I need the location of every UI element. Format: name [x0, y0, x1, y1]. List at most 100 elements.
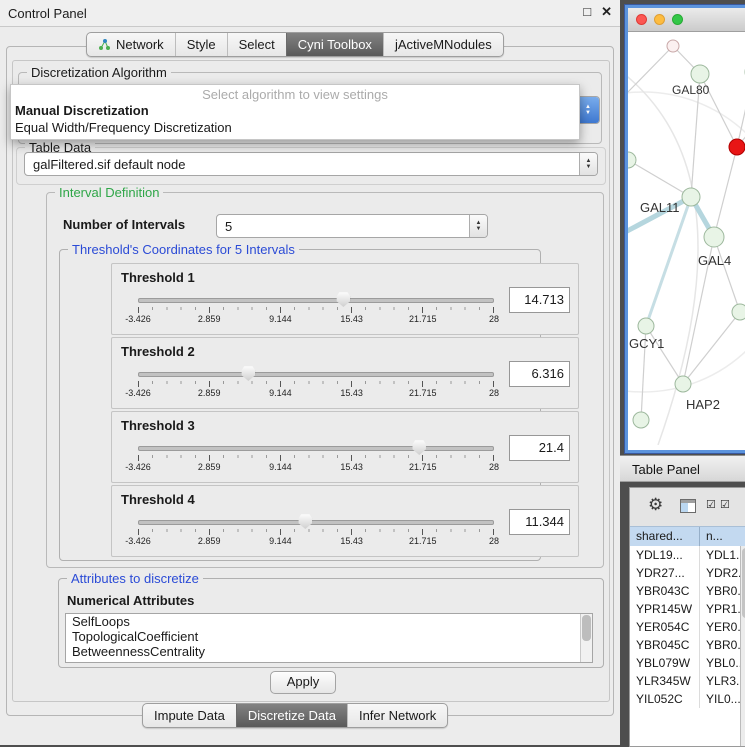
float-window-icon[interactable]: □ [581, 4, 593, 20]
table-row[interactable]: YDL19...YDL1... [630, 546, 741, 564]
threshold-4-value-field[interactable]: 11.344 [509, 509, 570, 535]
tab-discretize-data[interactable]: Discretize Data [236, 704, 347, 727]
node-label-gal4: GAL4 [698, 253, 731, 268]
network-node-hap2[interactable] [675, 376, 691, 392]
thresholds-group-title: Threshold's Coordinates for 5 Intervals [68, 242, 299, 257]
slider-ticks [138, 307, 495, 313]
table-row[interactable]: YDR27...YDR2... [630, 564, 741, 582]
num-intervals-combobox[interactable]: 5 ▲▼ [216, 214, 488, 238]
combo-arrows-icon[interactable]: ▲▼ [469, 215, 487, 237]
slider-track[interactable] [138, 372, 494, 377]
tab-style[interactable]: Style [175, 33, 227, 56]
numerical-attributes-list[interactable]: SelfLoops TopologicalCoefficient Between… [65, 613, 593, 663]
column-header-shared-name[interactable]: shared... [630, 527, 700, 546]
list-scrollbar[interactable] [580, 614, 592, 662]
table-panel-header[interactable]: Table Panel [620, 455, 745, 482]
table-panel-window: ⚙ ☑ ☑ shared... n... YDL19...YDL1... YDR… [629, 487, 745, 747]
close-window-icon[interactable]: ✕ [599, 4, 614, 20]
slider-track[interactable] [138, 446, 494, 451]
window-title: Control Panel [8, 6, 87, 21]
table-scrollbar[interactable] [740, 546, 745, 746]
combo-arrows-icon[interactable]: ▲▼ [579, 153, 597, 175]
slider-tick-labels: -3.4262.8599.14415.4321.71528 [138, 314, 494, 326]
threshold-3-value-field[interactable]: 21.4 [509, 435, 570, 461]
network-node-gcy1[interactable] [638, 318, 654, 334]
table-toolbar: ⚙ ☑ ☑ [630, 488, 745, 526]
network-node-gal80[interactable] [691, 65, 709, 83]
threshold-3-slider[interactable]: -3.4262.8599.14415.4321.71528 [138, 438, 494, 478]
network-view-window[interactable]: GAL80 GAL11 GAL4 GCY1 HAP2 H [625, 5, 745, 453]
list-item[interactable]: TopologicalCoefficient [66, 629, 592, 644]
threshold-2-panel: Threshold 2 6.316 -3.4262.8599.14415.432… [111, 337, 579, 409]
right-dock: GAL80 GAL11 GAL4 GCY1 HAP2 H Table Panel… [620, 0, 745, 745]
table-row[interactable]: YLR345WYLR3... [630, 672, 741, 690]
network-edges[interactable] [628, 46, 745, 420]
bottom-tab-bar: Impute Data Discretize Data Infer Networ… [142, 703, 448, 728]
close-traffic-light-icon[interactable] [636, 14, 647, 25]
algorithm-option-manual[interactable]: Manual Discretization [11, 102, 579, 119]
column-header-name[interactable]: n... [700, 527, 745, 546]
numerical-attributes-label: Numerical Attributes [67, 593, 194, 608]
list-item[interactable]: BetweennessCentrality [66, 644, 592, 659]
slider-tick-labels: -3.4262.8599.14415.4321.71528 [138, 536, 494, 548]
checkbox-icon[interactable]: ☑ [720, 498, 730, 511]
table-row[interactable]: YBR045CYBR0... [630, 636, 741, 654]
threshold-2-slider[interactable]: -3.4262.8599.14415.4321.71528 [138, 364, 494, 404]
network-canvas[interactable]: GAL80 GAL11 GAL4 GCY1 HAP2 H [628, 32, 745, 445]
tab-impute-data[interactable]: Impute Data [143, 704, 236, 727]
slider-thumb[interactable] [412, 440, 426, 455]
tab-cyni-toolbox[interactable]: Cyni Toolbox [286, 33, 383, 56]
network-window-titlebar[interactable] [628, 8, 745, 32]
node-label-gal80: GAL80 [672, 83, 710, 97]
network-node[interactable] [667, 40, 679, 52]
table-row[interactable]: YER054CYER0... [630, 618, 741, 636]
algorithm-dropdown-popup: Select algorithm to view settings Manual… [10, 84, 580, 140]
threshold-4-label: Threshold 4 [121, 492, 195, 507]
apply-button[interactable]: Apply [270, 671, 336, 694]
columns-icon[interactable] [680, 499, 696, 513]
algorithm-option-equal-width[interactable]: Equal Width/Frequency Discretization [11, 119, 579, 136]
scrollbar-thumb[interactable] [582, 615, 591, 641]
checkbox-icon[interactable]: ☑ [706, 498, 716, 511]
minimize-traffic-light-icon[interactable] [654, 14, 665, 25]
slider-tick-labels: -3.4262.8599.14415.4321.71528 [138, 388, 494, 400]
gear-icon[interactable]: ⚙ [648, 495, 663, 515]
tab-network[interactable]: Network [87, 33, 175, 56]
threshold-1-value-field[interactable]: 14.713 [509, 287, 570, 313]
tab-jactivemnodules[interactable]: jActiveMNodules [383, 33, 503, 56]
list-item[interactable]: SelfLoops [66, 614, 592, 629]
table-row[interactable]: YIL052CYIL0... [630, 690, 741, 708]
tab-infer-network[interactable]: Infer Network [347, 704, 447, 727]
node-label-gcy1: GCY1 [629, 336, 664, 351]
slider-thumb[interactable] [241, 366, 255, 381]
node-label-gal11: GAL11 [640, 200, 680, 215]
slider-track[interactable] [138, 298, 494, 303]
threshold-1-slider[interactable]: -3.4262.8599.14415.4321.71528 [138, 290, 494, 330]
slider-ticks [138, 529, 495, 535]
network-node-gal4[interactable] [704, 227, 724, 247]
network-node[interactable] [732, 304, 745, 320]
slider-thumb[interactable] [298, 514, 312, 529]
table-data-combobox[interactable]: galFiltered.sif default node ▲▼ [24, 152, 598, 176]
table-row[interactable]: YBR043CYBR0... [630, 582, 741, 600]
threshold-2-value-field[interactable]: 6.316 [509, 361, 570, 387]
threshold-1-label: Threshold 1 [121, 270, 195, 285]
window-titlebar[interactable]: Control Panel □ ✕ [0, 0, 620, 27]
slider-ticks [138, 455, 495, 461]
network-node-selected[interactable] [729, 139, 745, 155]
attributes-groupbox: Attributes to discretize Numerical Attri… [58, 578, 604, 668]
zoom-traffic-light-icon[interactable] [672, 14, 683, 25]
table-row[interactable]: YPR145WYPR1... [630, 600, 741, 618]
table-column-headers: shared... n... [630, 526, 745, 547]
network-node-gal11[interactable] [682, 188, 700, 206]
slider-thumb[interactable] [336, 292, 350, 307]
interval-definition-groupbox: Interval Definition Number of Intervals … [46, 192, 604, 568]
network-node[interactable] [633, 412, 649, 428]
tab-select[interactable]: Select [227, 33, 286, 56]
table-row[interactable]: YBL079WYBL0... [630, 654, 741, 672]
threshold-4-slider[interactable]: -3.4262.8599.14415.4321.71528 [138, 512, 494, 552]
num-intervals-value: 5 [217, 219, 469, 234]
threshold-2-label: Threshold 2 [121, 344, 195, 359]
slider-track[interactable] [138, 520, 494, 525]
network-node[interactable] [628, 152, 636, 168]
